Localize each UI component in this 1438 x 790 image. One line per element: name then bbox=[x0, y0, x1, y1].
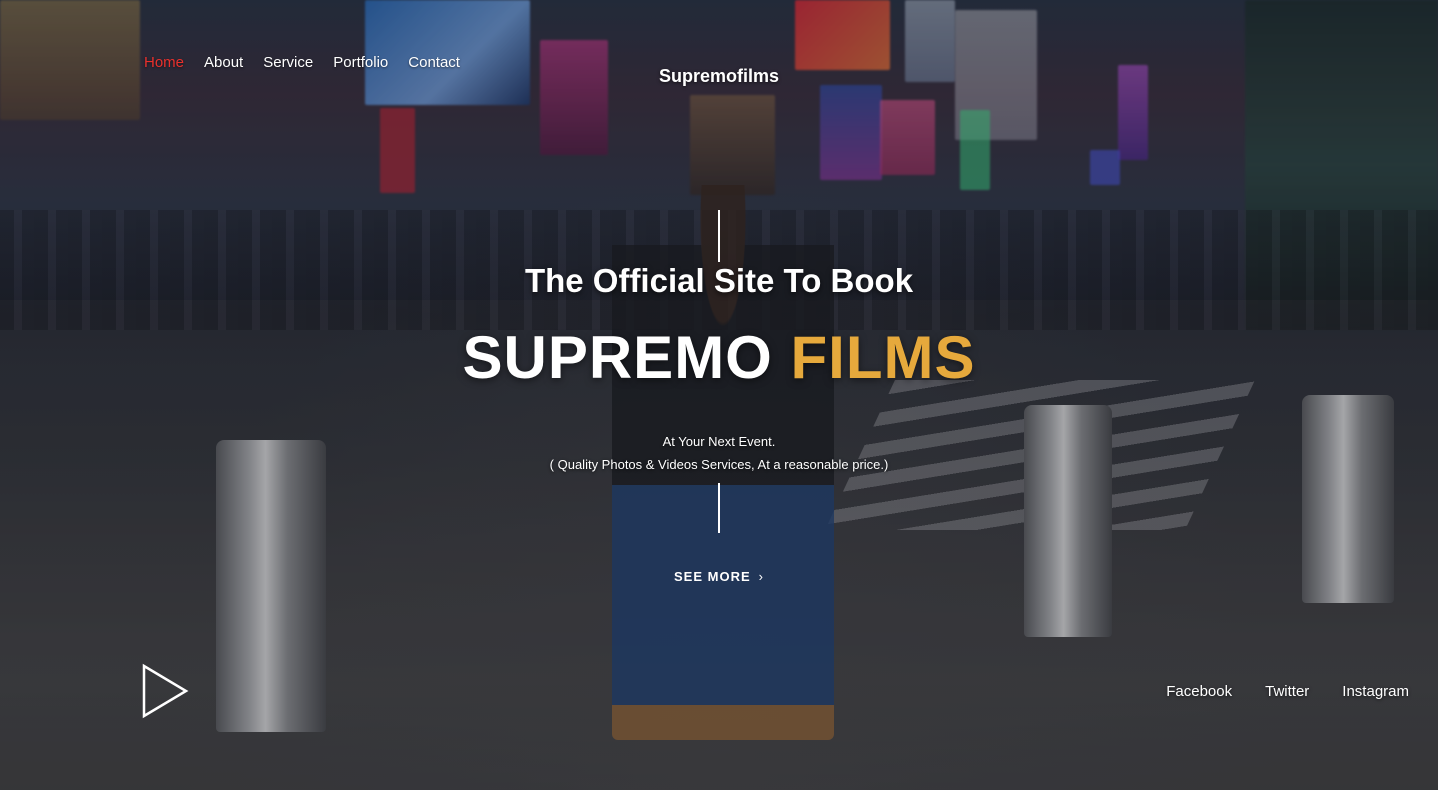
play-video-button[interactable] bbox=[140, 663, 190, 719]
hero-subtitle: The Official Site To Book bbox=[524, 262, 914, 299]
background-overlay bbox=[0, 0, 1438, 790]
social-link-facebook[interactable]: Facebook bbox=[1166, 683, 1232, 700]
hero-title: SUPREMO FILMS bbox=[0, 323, 1438, 392]
see-more-label: SEE MORE bbox=[674, 569, 751, 584]
play-icon bbox=[142, 663, 189, 719]
site-logo[interactable]: Supremofilms bbox=[0, 66, 1438, 87]
hero-title-main: SUPREMO bbox=[462, 324, 773, 391]
divider-line-top bbox=[718, 210, 720, 262]
chevron-right-icon: › bbox=[758, 569, 764, 584]
tagline-line-1: At Your Next Event. bbox=[662, 434, 776, 449]
social-link-instagram[interactable]: Instagram bbox=[1342, 683, 1409, 700]
social-link-twitter[interactable]: Twitter bbox=[1265, 683, 1309, 700]
social-links: Facebook Twitter Instagram bbox=[1166, 683, 1409, 700]
see-more-button[interactable]: SEE MORE › bbox=[674, 569, 764, 584]
hero-tagline: At Your Next Event. ( Quality Photos & V… bbox=[0, 430, 1438, 476]
divider-line-bottom bbox=[718, 483, 720, 533]
tagline-line-2: ( Quality Photos & Videos Services, At a… bbox=[549, 457, 889, 472]
hero-section: Home About Service Portfolio Contact Sup… bbox=[0, 0, 1438, 790]
hero-title-accent: FILMS bbox=[790, 324, 976, 391]
